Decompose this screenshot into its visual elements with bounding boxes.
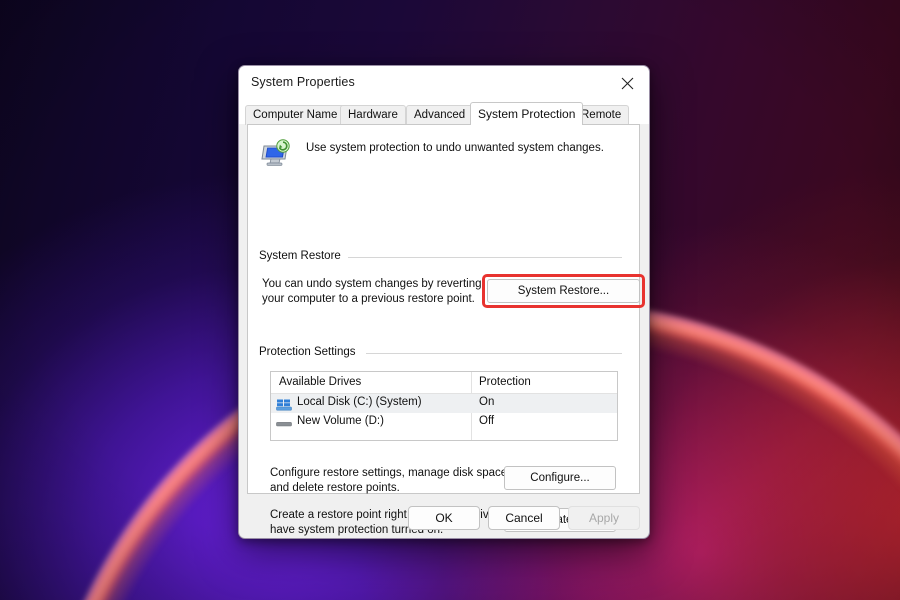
configure-description-line1: Configure restore settings, manage disk … <box>270 467 511 479</box>
dialog-titlebar[interactable]: System Properties <box>239 66 649 101</box>
system-drive-icon <box>276 398 292 411</box>
table-header-row: Available Drives Protection <box>271 372 617 394</box>
column-header-protection: Protection <box>479 376 531 388</box>
available-drives-table[interactable]: Available Drives Protection Local Disk (… <box>270 371 618 441</box>
intro-text: Use system protection to undo unwanted s… <box>306 142 604 154</box>
configure-description: Configure restore settings, manage disk … <box>270 466 510 496</box>
close-icon <box>621 77 633 90</box>
drive-name: Local Disk (C:) (System) <box>297 396 422 408</box>
create-description: Create a restore point right now for the… <box>270 508 523 538</box>
tab-computer-name[interactable]: Computer Name <box>245 105 346 125</box>
configure-button[interactable]: Configure... <box>504 466 616 490</box>
close-button[interactable] <box>605 66 649 101</box>
create-description-line2: have system protection turned on. <box>270 524 444 536</box>
drive-protection-state: Off <box>479 415 495 427</box>
system-protection-panel: Use system protection to undo unwanted s… <box>247 124 645 536</box>
drive-name: New Volume (D:) <box>297 415 384 427</box>
dialog-title: System Properties <box>251 75 355 89</box>
column-header-available-drives: Available Drives <box>279 376 362 388</box>
table-row[interactable]: Local Disk (C:) (System) On <box>271 394 617 413</box>
tab-system-protection[interactable]: System Protection <box>470 102 584 125</box>
system-restore-description-line1: You can undo system changes by reverting <box>262 278 482 290</box>
tab-advanced[interactable]: Advanced <box>406 105 474 125</box>
drive-protection-state: On <box>479 396 495 408</box>
drive-icon <box>276 417 292 429</box>
tab-strip: Computer Name Hardware Advanced System P… <box>239 101 649 125</box>
desktop-wallpaper: System Properties Computer Name Hardware… <box>0 0 900 600</box>
apply-button: Apply <box>568 506 640 530</box>
system-properties-dialog: System Properties Computer Name Hardware… <box>238 65 650 539</box>
tab-hardware[interactable]: Hardware <box>340 105 406 125</box>
table-row[interactable]: New Volume (D:) Off <box>271 413 617 432</box>
system-restore-group-label: System Restore <box>259 250 347 262</box>
cancel-button[interactable]: Cancel <box>488 506 560 530</box>
system-restore-description-line2: your computer to a previous restore poin… <box>262 293 475 305</box>
ok-button[interactable]: OK <box>408 506 480 530</box>
configure-description-line2: and delete restore points. <box>270 482 400 494</box>
protection-settings-group-rule <box>366 353 622 354</box>
protection-settings-group-label: Protection Settings <box>259 346 362 358</box>
system-protection-icon <box>258 137 292 171</box>
system-restore-description: You can undo system changes by reverting… <box>262 277 482 307</box>
system-restore-group-rule <box>348 257 622 258</box>
create-description-line1: Create a restore point right now for the… <box>270 509 524 521</box>
system-restore-button[interactable]: System Restore... <box>487 279 640 303</box>
intro-row: Use system protection to undo unwanted s… <box>258 137 604 171</box>
